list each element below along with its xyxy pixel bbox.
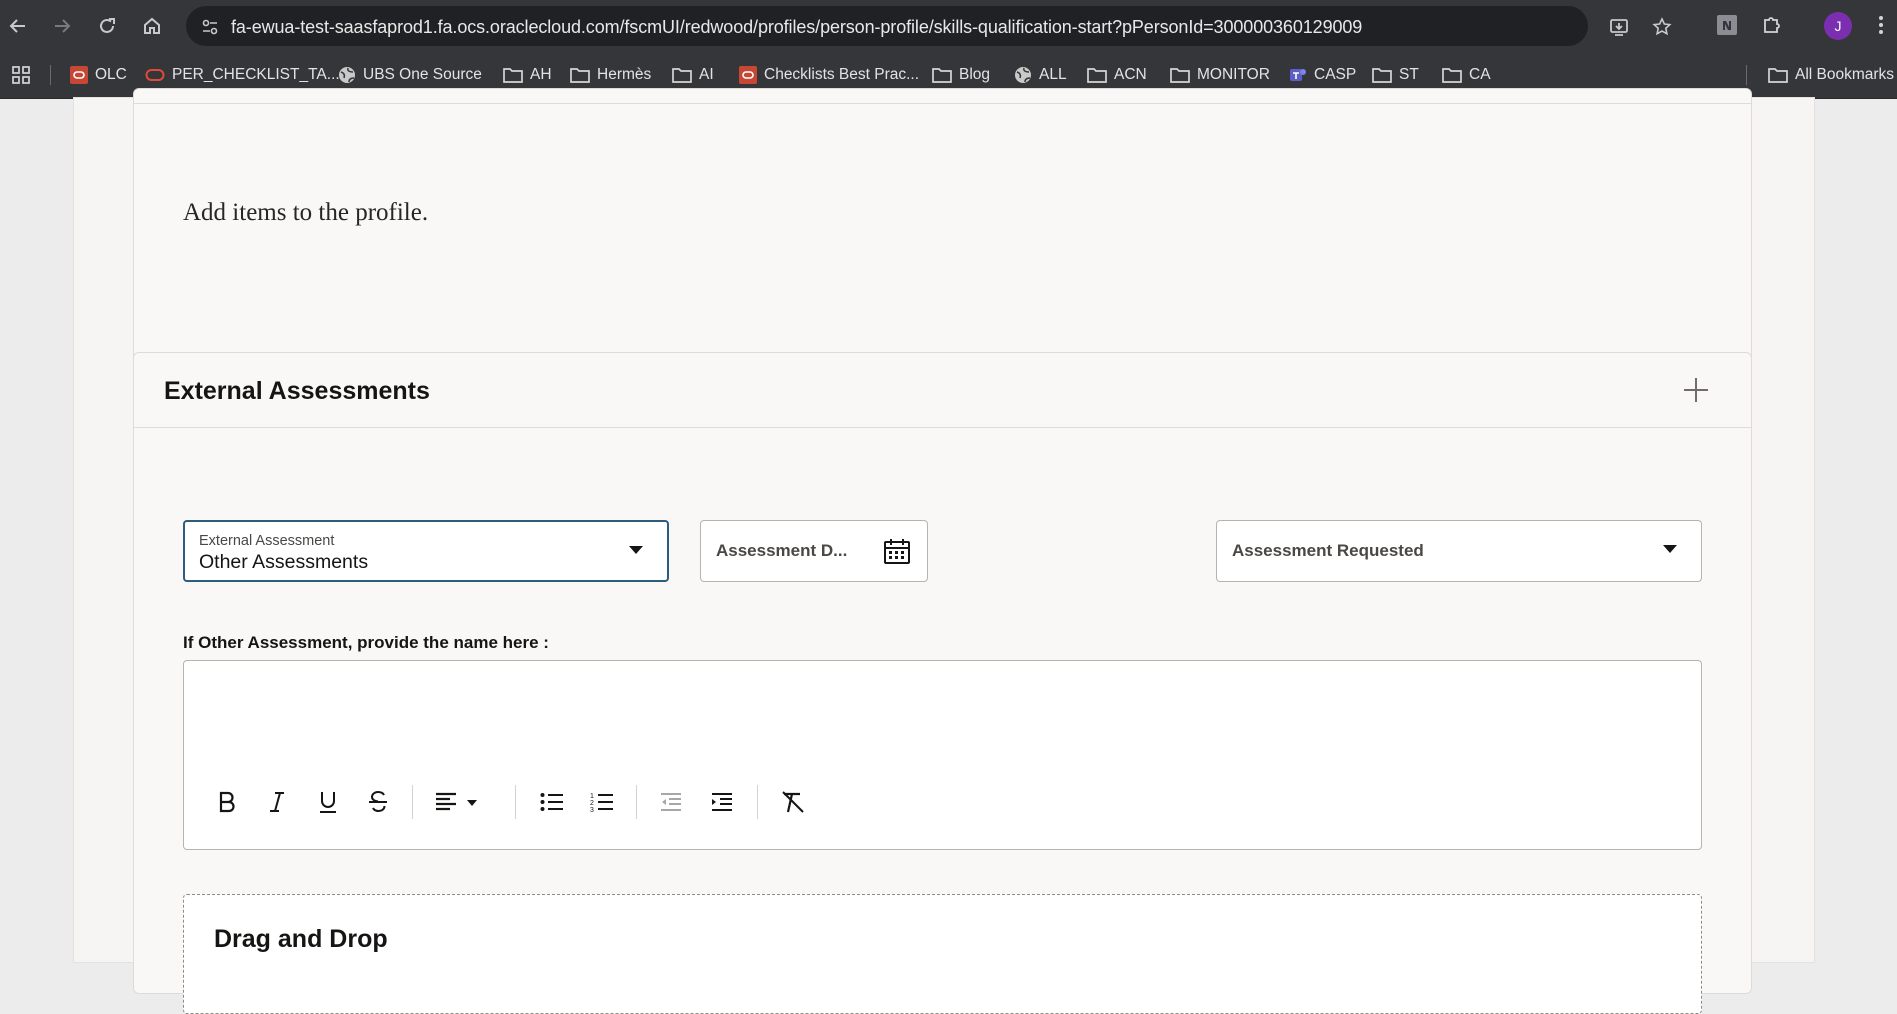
field-placeholder: Assessment D... xyxy=(716,541,848,560)
bookmark-all[interactable]: ALL xyxy=(1014,64,1067,86)
bookmark-label: UBS One Source xyxy=(363,66,482,83)
assessment-date-field[interactable]: Assessment D... xyxy=(700,520,928,582)
site-info-icon[interactable] xyxy=(199,16,221,38)
indent-icon[interactable] xyxy=(705,785,739,819)
oracle-square-icon xyxy=(70,66,88,84)
page-content: Add items to the profile. External Asses… xyxy=(74,88,1814,1014)
toolbar-divider xyxy=(636,785,637,819)
install-app-icon[interactable] xyxy=(1608,16,1630,38)
folder-icon xyxy=(932,68,952,83)
italic-icon[interactable] xyxy=(260,785,294,819)
extension-n-icon[interactable] xyxy=(1714,12,1740,38)
folder-icon xyxy=(1768,68,1788,83)
bookmark-label: AH xyxy=(530,66,552,83)
drag-and-drop-zone[interactable]: Drag and Drop xyxy=(183,894,1702,1014)
bookmark-casp[interactable]: CASP xyxy=(1289,64,1356,86)
card-divider xyxy=(134,103,1751,104)
bookmark-per-checklist[interactable]: PER_CHECKLIST_TA... xyxy=(145,64,340,86)
forward-icon[interactable] xyxy=(46,10,78,42)
chevron-down-icon[interactable] xyxy=(1663,545,1677,553)
external-assessments-header: External Assessments xyxy=(134,353,1751,428)
oracle-square-icon xyxy=(739,66,757,84)
bookmark-label: CA xyxy=(1469,66,1491,83)
outdent-icon[interactable] xyxy=(654,785,688,819)
bookmark-label: All Bookmarks xyxy=(1795,66,1895,83)
bookmark-label: CASP xyxy=(1314,66,1357,83)
section-title: External Assessments xyxy=(164,377,430,405)
bookmark-label: ALL xyxy=(1039,66,1067,83)
bold-icon[interactable] xyxy=(210,785,244,819)
bookmark-label: Blog xyxy=(959,66,991,83)
bookmark-folder-st[interactable]: ST xyxy=(1372,64,1419,86)
field-placeholder: Assessment Requested xyxy=(1232,541,1424,560)
folder-icon xyxy=(570,68,590,83)
apps-grid-icon[interactable] xyxy=(11,64,31,86)
home-icon[interactable] xyxy=(136,10,168,42)
field-label: External Assessment xyxy=(199,533,335,549)
toolbar-divider xyxy=(412,785,413,819)
numbered-list-icon[interactable]: 123 xyxy=(585,785,619,819)
align-left-icon[interactable] xyxy=(431,785,483,819)
profile-avatar[interactable]: J xyxy=(1824,12,1852,40)
bookmark-folder-acn[interactable]: ACN xyxy=(1087,64,1147,86)
bookmark-olc[interactable]: OLC xyxy=(70,64,127,86)
drag-and-drop-title: Drag and Drop xyxy=(214,925,388,953)
bookmark-folder-ai[interactable]: AI xyxy=(672,64,714,86)
chevron-down-icon[interactable] xyxy=(629,546,643,554)
bookmark-label: PER_CHECKLIST_TA... xyxy=(172,66,340,83)
bookmark-label: Checklists Best Prac... xyxy=(764,66,920,83)
folder-icon xyxy=(672,68,692,83)
empty-profile-message: Add items to the profile. xyxy=(183,199,429,226)
globe-icon xyxy=(339,67,355,83)
underline-icon[interactable] xyxy=(311,785,345,819)
add-icon[interactable] xyxy=(1681,375,1711,405)
field-value: Other Assessments xyxy=(199,551,369,573)
all-bookmarks-folder[interactable]: All Bookmarks xyxy=(1768,64,1894,86)
bullet-list-icon[interactable] xyxy=(535,785,569,819)
external-assessment-select[interactable]: External Assessment Other Assessments xyxy=(183,520,669,582)
svg-text:3: 3 xyxy=(590,807,594,813)
bookmark-label: ACN xyxy=(1114,66,1147,83)
bookmark-label: ST xyxy=(1399,66,1419,83)
other-assessment-rich-text-editor[interactable]: 123 xyxy=(183,660,1702,850)
calendar-icon[interactable] xyxy=(883,537,911,565)
reload-icon[interactable] xyxy=(91,10,123,42)
folder-icon xyxy=(1087,68,1107,83)
bookmark-label: AI xyxy=(699,66,714,83)
address-bar[interactable]: fa-ewua-test-saasfaprod1.fa.ocs.oraclecl… xyxy=(186,6,1672,46)
folder-icon xyxy=(1170,68,1190,83)
bookmark-label: Hermès xyxy=(597,66,652,83)
bookmark-folder-blog[interactable]: Blog xyxy=(932,64,990,86)
bookmark-ubs-one-source[interactable]: UBS One Source xyxy=(338,64,482,86)
folder-icon xyxy=(503,68,523,83)
bookmark-label: OLC xyxy=(95,66,127,83)
extensions-puzzle-icon[interactable] xyxy=(1759,12,1785,38)
bookmark-checklists-best-practices[interactable]: Checklists Best Prac... xyxy=(739,64,919,86)
svg-text:2: 2 xyxy=(590,800,594,807)
assessment-requested-select[interactable]: Assessment Requested xyxy=(1216,520,1702,582)
clear-formatting-icon[interactable] xyxy=(776,785,810,819)
globe-icon xyxy=(1015,67,1031,83)
teams-icon xyxy=(1290,69,1306,81)
bookmark-folder-hermes[interactable]: Hermès xyxy=(570,64,651,86)
browser-toolbar: fa-ewua-test-saasfaprod1.fa.ocs.oraclecl… xyxy=(0,0,1897,52)
bookmark-folder-monitor[interactable]: MONITOR xyxy=(1170,64,1270,86)
bookmarks-divider xyxy=(50,65,51,85)
toolbar-divider xyxy=(515,785,516,819)
back-icon[interactable] xyxy=(2,10,34,42)
folder-icon xyxy=(1372,68,1392,83)
bookmark-label: MONITOR xyxy=(1197,66,1270,83)
svg-text:1: 1 xyxy=(590,793,594,800)
folder-icon xyxy=(1442,68,1462,83)
menu-kebab-icon[interactable] xyxy=(1868,12,1894,38)
bookmarks-divider xyxy=(1746,65,1747,85)
bookmark-folder-ah[interactable]: AH xyxy=(503,64,552,86)
url-text[interactable]: fa-ewua-test-saasfaprod1.fa.ocs.oraclecl… xyxy=(231,17,1362,38)
bookmark-star-icon[interactable] xyxy=(1651,16,1673,38)
toolbar-divider xyxy=(757,785,758,819)
oracle-ring-icon xyxy=(145,69,165,81)
strikethrough-icon[interactable] xyxy=(361,785,395,819)
bookmark-folder-ca[interactable]: CA xyxy=(1442,64,1491,86)
other-assessment-label: If Other Assessment, provide the name he… xyxy=(183,633,549,652)
